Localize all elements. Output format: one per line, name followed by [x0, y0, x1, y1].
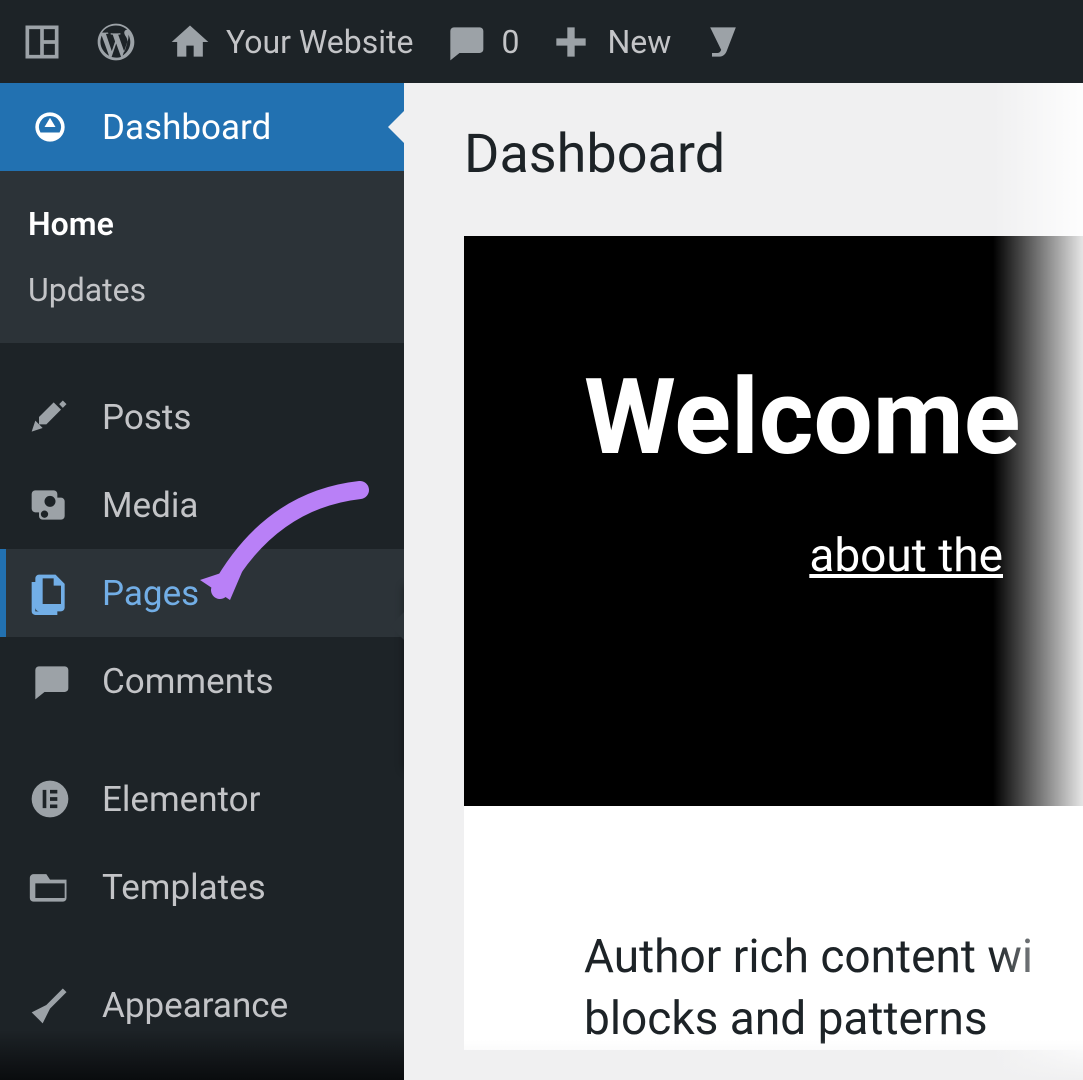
welcome-heading: Welcome	[584, 356, 1003, 479]
welcome-panel: Welcome about the	[464, 236, 1083, 806]
menu-posts[interactable]: Posts	[0, 373, 404, 461]
toolbar-wordpress-icon[interactable]	[94, 20, 138, 64]
toolbar-comments[interactable]: 0	[443, 20, 519, 64]
welcome-subtext: about the	[584, 529, 1003, 583]
comment-icon	[443, 20, 487, 64]
pages-icon	[28, 571, 72, 615]
below-text-line1: Author rich content wi	[584, 926, 1083, 988]
site-name-label: Your Website	[226, 23, 413, 61]
templates-icon	[28, 865, 72, 909]
menu-dashboard-label: Dashboard	[102, 107, 271, 148]
menu-dashboard[interactable]: Dashboard	[0, 83, 404, 171]
media-icon	[28, 483, 72, 527]
plus-icon	[549, 20, 593, 64]
submenu-home[interactable]: Home	[0, 191, 404, 257]
main-content: Dashboard Welcome about the Author rich …	[404, 83, 1083, 1080]
menu-pages[interactable]: Pages	[0, 549, 404, 637]
elementor-icon	[28, 777, 72, 821]
below-panel: Author rich content wi blocks and patter…	[464, 806, 1083, 1050]
menu-separator-2	[0, 725, 404, 755]
menu-media-label: Media	[102, 485, 198, 526]
page-title: Dashboard	[464, 123, 1083, 186]
menu-appearance[interactable]: Appearance	[0, 961, 404, 1049]
toolbar-yoast[interactable]	[701, 20, 745, 64]
comments-count: 0	[501, 23, 519, 61]
menu-templates-label: Templates	[102, 867, 266, 908]
submenu-updates[interactable]: Updates	[0, 257, 404, 323]
menu-appearance-label: Appearance	[102, 985, 288, 1026]
new-label: New	[607, 23, 671, 61]
menu-elementor[interactable]: Elementor	[0, 755, 404, 843]
toolbar-new[interactable]: New	[549, 20, 671, 64]
below-text-line2: blocks and patterns	[584, 988, 1083, 1050]
toolbar-site-link[interactable]: Your Website	[168, 20, 413, 64]
menu-pages-label: Pages	[102, 573, 199, 614]
dashboard-submenu: Home Updates	[0, 171, 404, 343]
layout: Dashboard Home Updates Posts Media Pages	[0, 83, 1083, 1080]
menu-elementor-label: Elementor	[102, 779, 260, 820]
menu-templates[interactable]: Templates	[0, 843, 404, 931]
menu-separator-3	[0, 931, 404, 961]
menu-posts-label: Posts	[102, 397, 191, 438]
menu-media[interactable]: Media	[0, 461, 404, 549]
comments-icon	[28, 659, 72, 703]
menu-separator	[0, 343, 404, 373]
toolbar-kit-icon[interactable]	[20, 20, 64, 64]
menu-comments-label: Comments	[102, 661, 274, 702]
yoast-icon	[701, 20, 745, 64]
home-icon	[168, 20, 212, 64]
admin-sidebar: Dashboard Home Updates Posts Media Pages	[0, 83, 404, 1080]
kit-icon	[20, 20, 64, 64]
menu-comments[interactable]: Comments	[0, 637, 404, 725]
admin-toolbar: Your Website 0 New	[0, 0, 1083, 83]
posts-icon	[28, 395, 72, 439]
dashboard-icon	[28, 105, 72, 149]
appearance-icon	[28, 983, 72, 1027]
wordpress-icon	[94, 20, 138, 64]
